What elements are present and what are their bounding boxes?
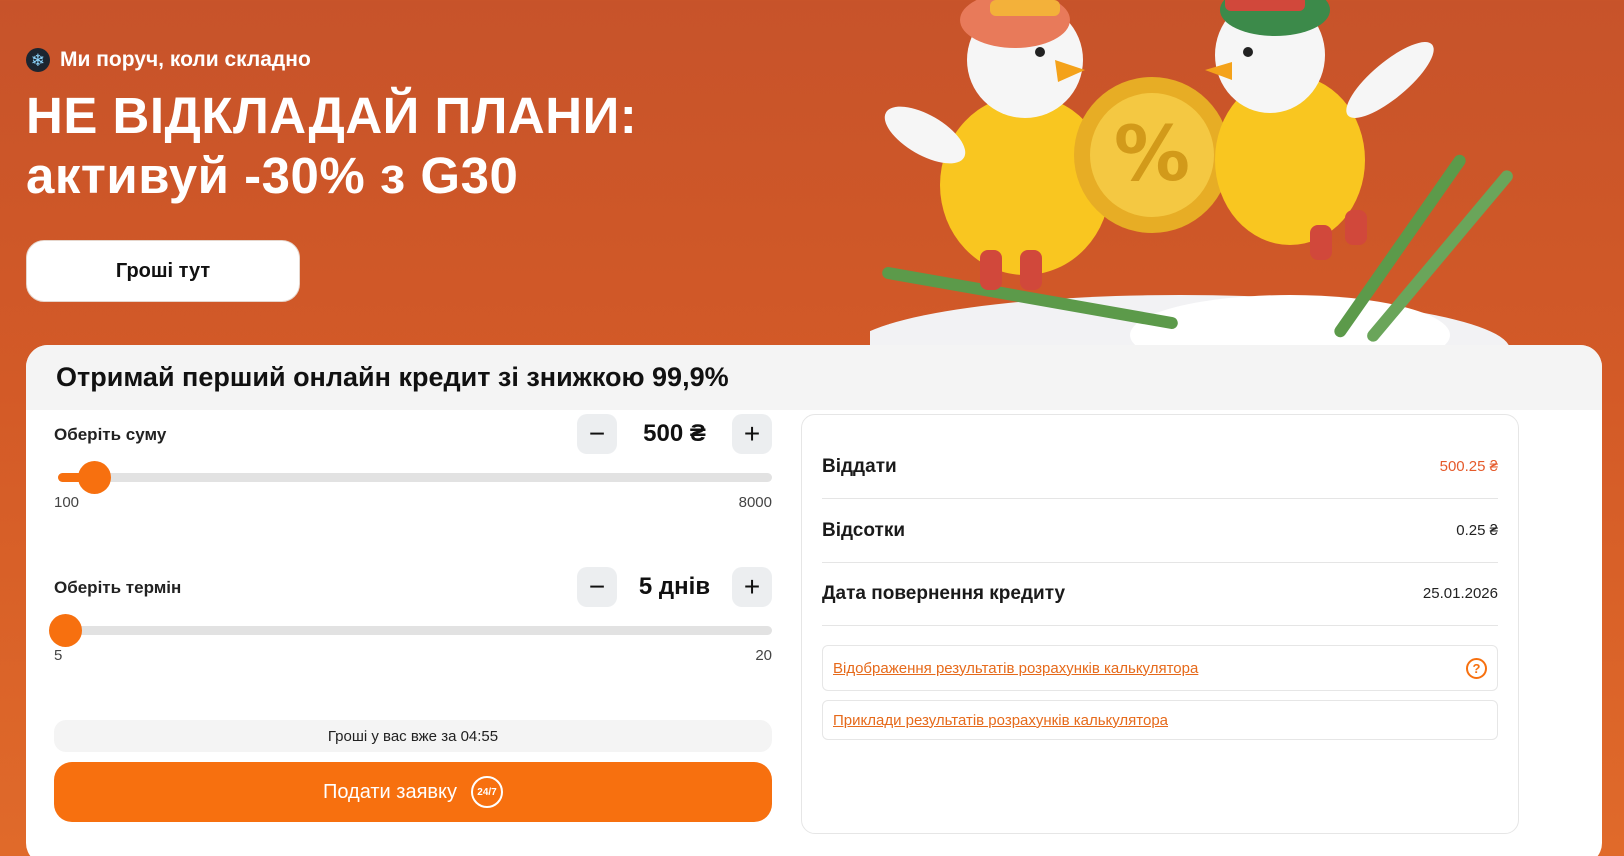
amount-max-label: 8000 (738, 494, 772, 511)
return-date-label: Дата повернення кредиту (822, 582, 1066, 604)
summary-panel: Віддати 500.25 ₴ Відсотки 0.25 ₴ Дата по… (801, 414, 1519, 834)
term-min-label: 5 (54, 647, 63, 664)
amount-slider-thumb[interactable] (78, 461, 112, 494)
amount-stepper: − 500 ₴ + (577, 414, 772, 454)
term-row: Оберіть термін − 5 днів + (54, 567, 772, 607)
term-slider[interactable] (49, 614, 772, 647)
amount-min-label: 100 (54, 494, 80, 511)
summary-row-repay: Віддати 500.25 ₴ (822, 435, 1498, 499)
hero-illustration: % (870, 0, 1513, 348)
term-stepper: − 5 днів + (577, 567, 772, 607)
term-value: 5 днів (638, 573, 711, 600)
repay-label: Віддати (822, 455, 897, 477)
amount-value: 500 ₴ (643, 420, 706, 447)
amount-label: Оберіть суму (54, 425, 167, 444)
apply-button[interactable]: Подати заявку 24/7 (54, 762, 772, 822)
interest-value: 0.25 ₴ (1456, 522, 1498, 539)
amount-row: Оберіть суму − 500 ₴ + (54, 414, 772, 454)
help-icon[interactable]: ? (1466, 657, 1487, 679)
clock-24-7-icon: 24/7 (471, 776, 504, 808)
calc-results-link[interactable]: Відображення результатів розрахунків кал… (833, 660, 1198, 677)
amount-slider[interactable] (58, 461, 772, 494)
term-max-label: 20 (755, 647, 772, 664)
repay-value: 500.25 ₴ (1439, 458, 1498, 475)
calc-results-link-box: Відображення результатів розрахунків кал… (822, 645, 1498, 691)
coin-percent-symbol: % (1114, 109, 1190, 198)
summary-row-interest: Відсотки 0.25 ₴ (822, 499, 1498, 563)
return-date-value: 25.01.2026 (1422, 585, 1498, 602)
hero-tagline: ❄ Ми поруч, коли складно (26, 48, 311, 72)
calc-examples-link-box: Приклади результатів розрахунків калькул… (822, 700, 1498, 740)
timer-bar: Гроші у вас вже за 04:55 (54, 720, 772, 752)
apply-button-label: Подати заявку (322, 780, 458, 803)
hero-title: НЕ ВІДКЛАДАЙ ПЛАНИ: активуй -30% з G30 (26, 86, 637, 206)
term-label: Оберіть термін (54, 578, 182, 597)
calc-examples-link[interactable]: Приклади результатів розрахунків калькул… (833, 712, 1168, 729)
hero-title-line1: НЕ ВІДКЛАДАЙ ПЛАНИ: (26, 87, 638, 144)
summary-row-return-date: Дата повернення кредиту 25.01.2026 (822, 562, 1498, 626)
hero-tagline-text: Ми поруч, коли складно (60, 48, 311, 71)
amount-increase-button[interactable]: + (732, 414, 772, 454)
term-decrease-button[interactable]: − (577, 567, 617, 607)
money-here-button[interactable]: Гроші тут (26, 240, 300, 302)
hero-title-line2: активуй -30% з G30 (26, 147, 519, 204)
card-title: Отримай перший онлайн кредит зі знижкою … (26, 345, 1602, 410)
interest-label: Відсотки (822, 519, 906, 541)
snowflake-icon: ❄ (26, 48, 50, 72)
term-slider-thumb[interactable] (49, 614, 83, 647)
term-increase-button[interactable]: + (732, 567, 772, 607)
amount-decrease-button[interactable]: − (577, 414, 617, 454)
